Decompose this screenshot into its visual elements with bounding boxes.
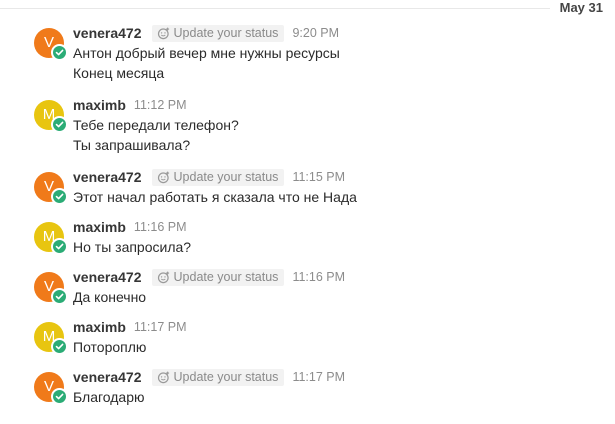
timestamp[interactable]: 11:12 PM (134, 98, 187, 112)
update-status-label: Update your status (173, 26, 279, 40)
timestamp[interactable]: 11:16 PM (134, 220, 187, 234)
online-check-icon (51, 338, 68, 355)
message-body: Но ты запросила? (73, 237, 191, 257)
message-header: maximb 11:16 PM (73, 217, 187, 237)
avatar[interactable]: M (34, 222, 68, 255)
smile-plus-icon (157, 27, 169, 39)
message-body: Этот начал работать я сказала что не Над… (73, 187, 357, 207)
avatar[interactable]: M (34, 100, 68, 133)
timestamp[interactable]: 11:16 PM (292, 270, 345, 284)
message-line: Да конечно (73, 289, 147, 305)
avatar[interactable]: V (34, 172, 68, 205)
online-check-icon (51, 238, 68, 255)
timestamp[interactable]: 11:17 PM (292, 370, 345, 384)
online-check-icon (51, 288, 68, 305)
avatar[interactable]: V (34, 272, 68, 305)
username[interactable]: venera472 (73, 369, 142, 385)
date-label[interactable]: May 31 (549, 0, 615, 17)
update-status-button[interactable]: Update your status (151, 368, 285, 386)
message-header: venera472 Update your status 9:20 PM (73, 23, 339, 43)
smile-plus-icon (157, 171, 169, 183)
message-line: Но ты запросила? (73, 239, 192, 255)
message-header: venera472 Update your status 11:17 PM (73, 367, 345, 387)
online-check-icon (51, 44, 68, 61)
update-status-button[interactable]: Update your status (151, 268, 285, 286)
message-line: Тебе передали телефон? (73, 117, 239, 133)
online-check-icon (51, 188, 68, 205)
update-status-button[interactable]: Update your status (151, 24, 285, 42)
message-item[interactable]: M maximb 11:12 PM Тебе передали телефон?… (0, 92, 615, 155)
message-body: Антон добрый вечер мне нужны ресурсы Кон… (73, 43, 340, 83)
message-item[interactable]: V venera472 Update your status 9:20 PM А… (0, 20, 615, 83)
avatar[interactable]: M (34, 322, 68, 355)
smile-plus-icon (157, 371, 169, 383)
divider-line (0, 8, 615, 9)
message-header: venera472 Update your status 11:16 PM (73, 267, 345, 287)
date-divider: May 31 (0, 0, 615, 18)
avatar[interactable]: V (34, 28, 68, 61)
message-body: Потороплю (73, 337, 146, 357)
update-status-label: Update your status (173, 370, 279, 384)
username[interactable]: venera472 (73, 269, 142, 285)
message-line: Благодарю (73, 389, 145, 405)
message-header: maximb 11:17 PM (73, 317, 187, 337)
timestamp[interactable]: 11:15 PM (292, 170, 345, 184)
message-line: Конец месяца (73, 65, 165, 81)
message-item[interactable]: V venera472 Update your status 11:17 PM … (0, 364, 615, 424)
message-line: Потороплю (73, 339, 147, 355)
message-body: Тебе передали телефон? Ты запрашивала? (73, 115, 239, 155)
message-body: Да конечно (73, 287, 146, 307)
message-line: Ты запрашивала? (73, 137, 191, 153)
message-line: Этот начал работать я сказала что не Над… (73, 189, 357, 205)
message-header: maximb 11:12 PM (73, 95, 187, 115)
avatar[interactable]: V (34, 372, 68, 405)
update-status-label: Update your status (173, 170, 279, 184)
username[interactable]: maximb (73, 219, 126, 235)
update-status-label: Update your status (173, 270, 279, 284)
update-status-button[interactable]: Update your status (151, 168, 285, 186)
online-check-icon (51, 116, 68, 133)
timestamp[interactable]: 9:20 PM (292, 26, 339, 40)
timestamp[interactable]: 11:17 PM (134, 320, 187, 334)
username[interactable]: venera472 (73, 169, 142, 185)
message-header: venera472 Update your status 11:15 PM (73, 167, 345, 187)
smile-plus-icon (157, 271, 169, 283)
message-line: Антон добрый вечер мне нужны ресурсы (73, 45, 340, 61)
online-check-icon (51, 388, 68, 405)
message-body: Благодарю (73, 387, 145, 407)
username[interactable]: maximb (73, 97, 126, 113)
username[interactable]: maximb (73, 319, 126, 335)
username[interactable]: venera472 (73, 25, 142, 41)
